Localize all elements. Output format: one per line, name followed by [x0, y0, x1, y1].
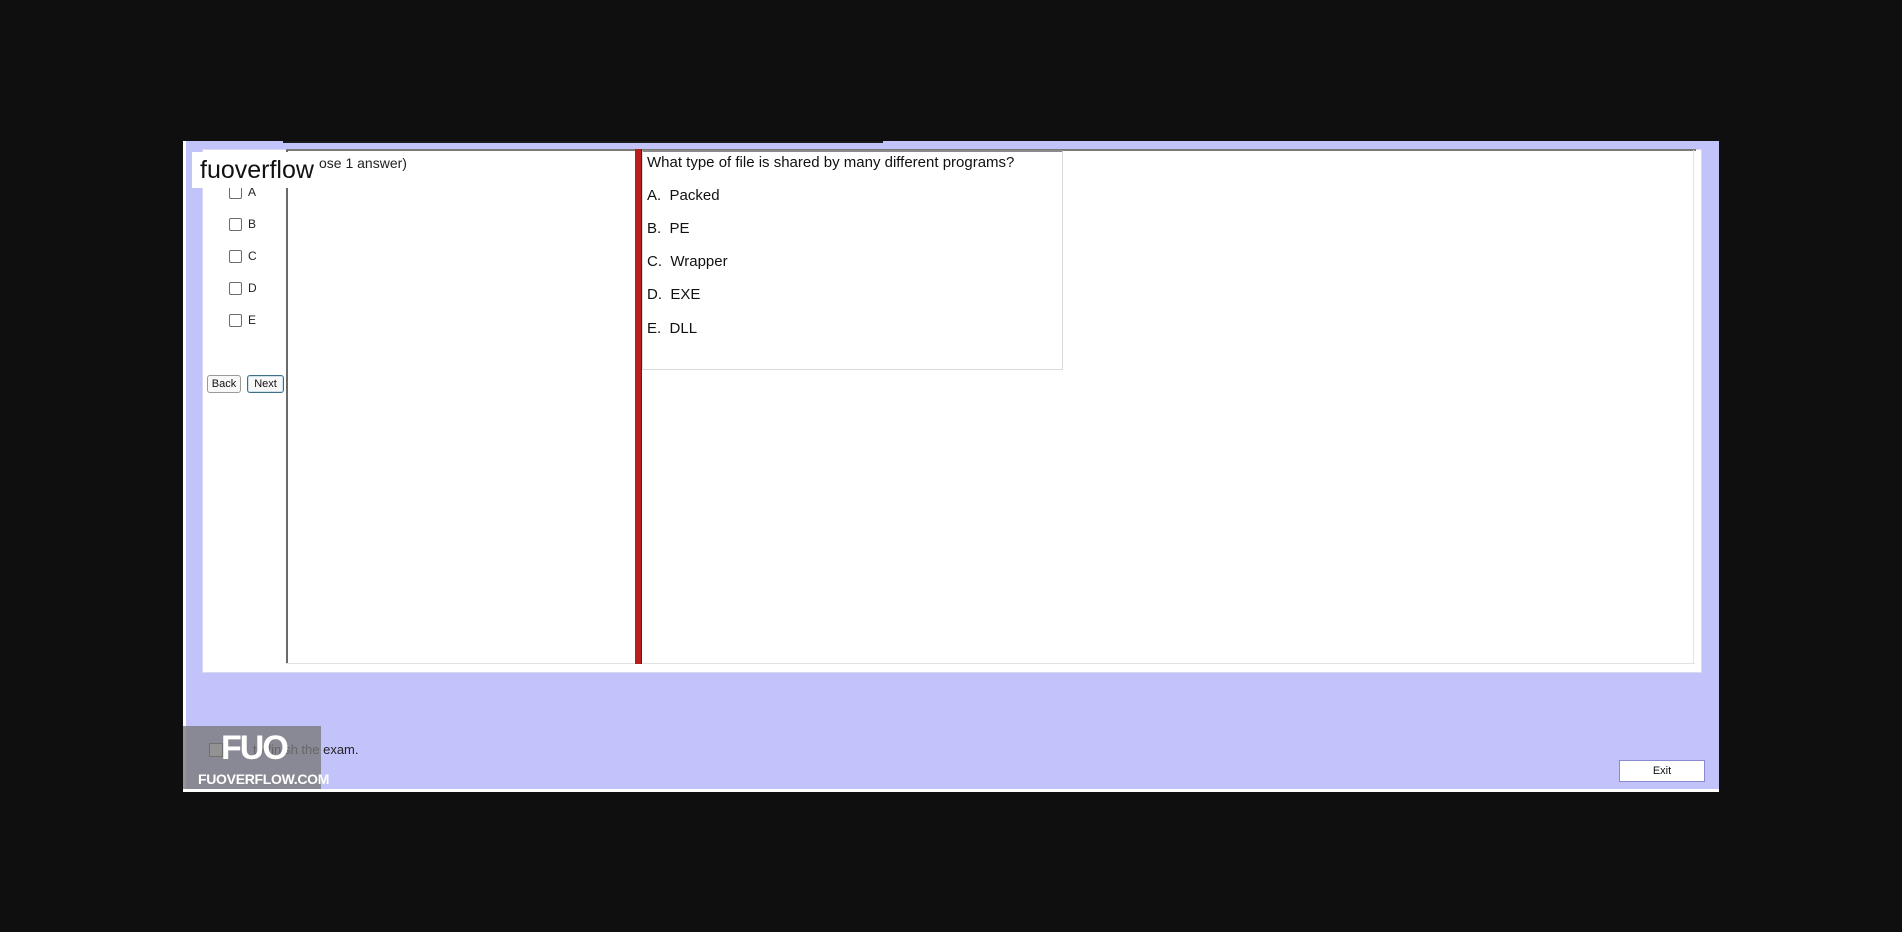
option-b: B. PE — [647, 220, 690, 237]
answer-option-b[interactable]: B — [229, 217, 256, 231]
brand-logo: fuoverflow — [192, 152, 318, 188]
top-toolbar-fragment — [283, 141, 883, 143]
right-divider — [1693, 150, 1694, 664]
option-text: EXE — [670, 286, 701, 303]
option-letter: D. — [647, 286, 662, 303]
option-c: C. Wrapper — [647, 253, 728, 270]
option-letter: C. — [647, 253, 662, 270]
back-button[interactable]: Back — [207, 375, 241, 393]
checkbox[interactable] — [229, 217, 242, 231]
watermark-site: FUOVERFLOW.COM — [198, 771, 330, 787]
panel-splitter[interactable] — [635, 149, 642, 664]
option-letter: B. — [647, 220, 662, 237]
answer-option-c[interactable]: C — [229, 249, 257, 263]
window-left-edge — [183, 141, 186, 792]
option-a: A. Packed — [647, 187, 720, 204]
answer-label: B — [248, 217, 257, 231]
option-letter: A. — [647, 187, 662, 204]
bottom-divider — [286, 663, 1695, 664]
option-text: PE — [669, 220, 690, 237]
watermark-logo: FUO FUOVERFLOW.COM — [183, 726, 329, 792]
window-bottom-edge — [183, 789, 1719, 792]
option-e: E. DLL — [647, 320, 697, 337]
choose-answer-hint: ose 1 answer) — [319, 155, 407, 171]
next-button[interactable]: Next — [247, 375, 284, 393]
option-text: Packed — [669, 187, 720, 204]
question-panel: What type of file is shared by many diff… — [642, 150, 1063, 370]
watermark-logo-mark: FUO — [221, 729, 289, 767]
option-text: DLL — [669, 320, 698, 337]
answer-label: C — [248, 249, 257, 263]
answer-label: D — [248, 281, 257, 295]
option-text: Wrapper — [670, 253, 728, 270]
exit-button[interactable]: Exit — [1619, 760, 1705, 782]
answer-option-e[interactable]: E — [229, 313, 256, 327]
checkbox[interactable] — [229, 281, 242, 295]
checkbox[interactable] — [229, 313, 242, 327]
answer-option-d[interactable]: D — [229, 281, 257, 295]
left-panel-divider[interactable] — [286, 150, 288, 664]
checkbox[interactable] — [229, 249, 242, 263]
answer-label: E — [248, 313, 257, 327]
option-d: D. EXE — [647, 286, 700, 303]
exam-window: ose 1 answer) A B C D E Back Next What t… — [183, 141, 1719, 792]
option-letter: E. — [647, 320, 662, 337]
question-text: What type of file is shared by many diff… — [647, 154, 1015, 171]
